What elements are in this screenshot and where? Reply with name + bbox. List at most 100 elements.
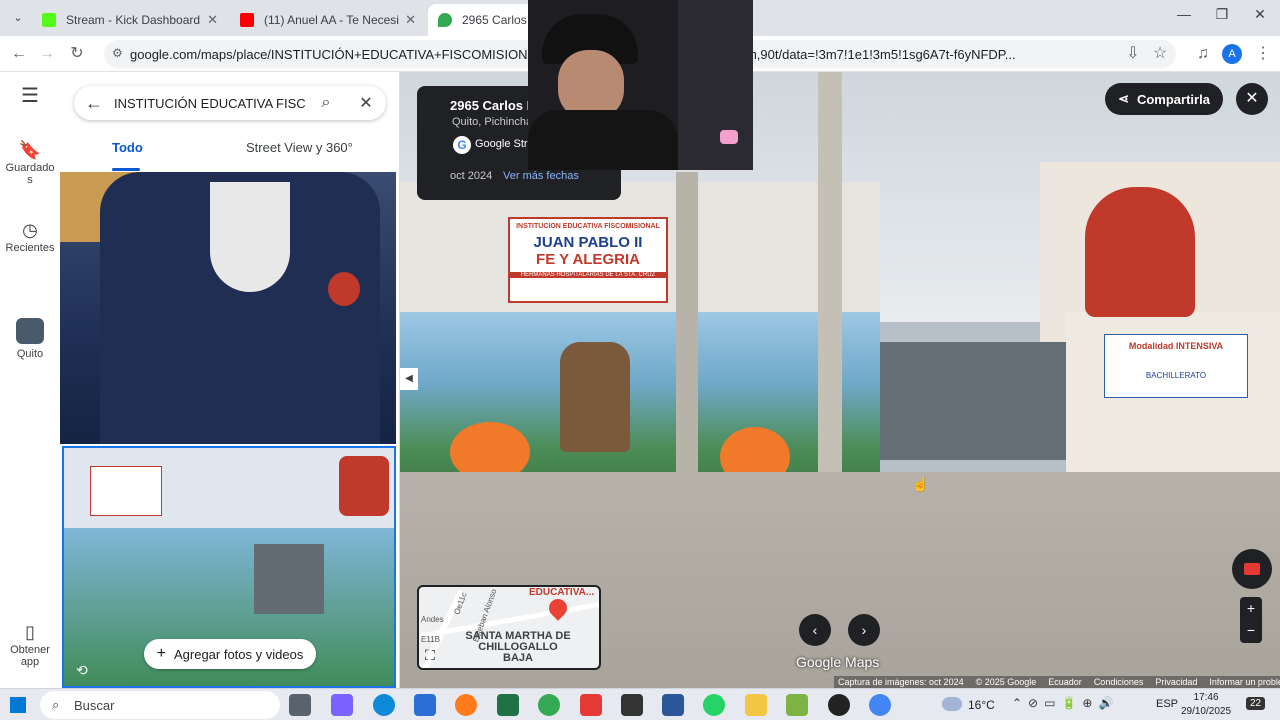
history-icon: ◷ (22, 220, 38, 240)
word-icon[interactable] (662, 694, 684, 716)
mini-map[interactable]: EDUCATIVA... Oe11c Esteban Alonso Andes … (417, 585, 601, 670)
kick-icon (42, 13, 56, 27)
obs-icon[interactable] (828, 694, 850, 716)
webcam-overlay (528, 0, 753, 170)
tray-icons[interactable]: ⌃⊘▭🔋⊕🔊 (1012, 696, 1119, 710)
mural-portrait (1085, 187, 1195, 317)
map-street: Andes (421, 615, 444, 624)
clear-icon[interactable]: ✕ (346, 93, 386, 113)
store-icon[interactable] (414, 694, 436, 716)
person-body (528, 110, 678, 170)
map-street: E11B (421, 635, 440, 644)
360-icon[interactable]: ⟲ (76, 662, 88, 679)
tab-title: (11) Anuel AA - Te Necesito - Y (264, 13, 399, 27)
rail-saved[interactable]: 🔖 Guardados (0, 138, 60, 186)
window-close-icon[interactable]: ✕ (1240, 6, 1280, 28)
reload-icon[interactable]: ↻ (66, 43, 88, 65)
pink-object (720, 130, 738, 144)
gate (880, 342, 1066, 460)
zoom-control: + − (1240, 597, 1262, 643)
footer-report[interactable]: Informar un problema (1209, 677, 1280, 687)
search-icon[interactable]: ⌕ (306, 94, 346, 112)
folder-icon[interactable] (745, 694, 767, 716)
close-icon[interactable]: ✕ (207, 12, 218, 28)
close-streetview-button[interactable]: ✕ (1236, 83, 1268, 115)
nav-back-button[interactable]: ‹ (799, 614, 831, 646)
copilot-icon[interactable] (331, 694, 353, 716)
thumb-gate (254, 544, 324, 614)
tab-kick[interactable]: Stream - Kick Dashboard ✕ (32, 4, 228, 36)
footer-copyright: © 2025 Google (975, 677, 1037, 687)
search-box[interactable]: ← INSTITUCIÓN EDUCATIVA FISC ⌕ ✕ (74, 86, 386, 120)
notification-badge[interactable]: 22 (1246, 697, 1266, 710)
maps-pin-icon (438, 13, 452, 27)
school-sign: INSTITUCION EDUCATIVA FISCOMISIONAL JUAN… (508, 217, 668, 303)
tab-street-view[interactable]: Street View y 360° (246, 140, 353, 155)
forward-icon[interactable]: → (36, 43, 58, 65)
more-dates-link[interactable]: Ver más fechas (503, 170, 579, 182)
tab-all[interactable]: Todo (112, 140, 143, 155)
add-photos-button[interactable]: + Agregar fotos y videos (144, 639, 316, 669)
tab-search-button[interactable]: ⌄ (8, 8, 28, 28)
banner-title: Modalidad INTENSIVA (1128, 341, 1224, 351)
clapper-icon[interactable] (621, 694, 643, 716)
media-icon[interactable]: ♫ (1192, 43, 1214, 65)
share-button[interactable]: ⋖ Compartirla (1105, 83, 1223, 115)
back-icon[interactable]: ← (8, 43, 30, 65)
tab-maps[interactable]: 2965 Carlos Frei (428, 4, 538, 36)
input-language[interactable]: ESP (1156, 698, 1178, 710)
thumb-mural (339, 456, 389, 516)
bookmark-star-icon[interactable]: ☆ (1149, 43, 1171, 65)
footer-privacy[interactable]: Privacidad (1155, 677, 1197, 687)
chrome-active-icon[interactable] (869, 694, 891, 716)
logo-badge (328, 272, 360, 306)
menu-dots-icon[interactable]: ⋮ (1252, 43, 1274, 65)
excel-icon[interactable] (497, 694, 519, 716)
firefox-icon[interactable] (455, 694, 477, 716)
minimize-icon[interactable]: — (1164, 6, 1204, 28)
webcam-background (678, 0, 753, 170)
share-label: Compartirla (1136, 91, 1210, 107)
back-arrow-icon[interactable]: ← (74, 93, 114, 114)
site-info-icon[interactable]: ⚙ (112, 46, 123, 60)
cursor-icon: ☝ (912, 476, 930, 492)
collapse-panel-icon[interactable]: ◀ (400, 368, 418, 390)
clock[interactable]: 17:46 29/10/2025 (1178, 691, 1234, 719)
edge-icon[interactable] (373, 694, 395, 716)
whatsapp-icon[interactable] (703, 694, 725, 716)
layers-icon[interactable] (786, 694, 808, 716)
weather-temp[interactable]: 16°C (968, 698, 995, 712)
google-maps-brand: Google Maps (796, 654, 880, 670)
tab-title: 2965 Carlos Frei (462, 13, 528, 27)
photo-person[interactable] (60, 172, 396, 444)
mural-tree (560, 342, 630, 452)
taskbar: ⌕ Buscar 16°C ⌃⊘▭🔋⊕🔊 ESP 17:46 29/10/202… (0, 688, 1280, 720)
city-thumb-icon (16, 318, 44, 344)
rail-get-app[interactable]: ▯ Obtener app (0, 620, 60, 668)
rail-recent[interactable]: ◷ Recientes (0, 218, 60, 254)
zoom-in-button[interactable]: + (1240, 597, 1262, 619)
footer-terms[interactable]: Condiciones (1094, 677, 1144, 687)
tab-youtube[interactable]: (11) Anuel AA - Te Necesito - Y ✕ (230, 4, 426, 36)
wps-icon[interactable] (580, 694, 602, 716)
footer-country[interactable]: Ecuador (1048, 677, 1082, 687)
task-view-icon[interactable] (289, 694, 311, 716)
google-g-icon: G (453, 136, 471, 154)
install-icon[interactable]: ⇩ (1122, 43, 1144, 65)
maximize-icon[interactable]: ❐ (1202, 6, 1242, 28)
avatar[interactable]: A (1222, 44, 1242, 64)
zoom-out-button[interactable]: − (1240, 619, 1262, 641)
search-input[interactable]: INSTITUCIÓN EDUCATIVA FISC (114, 96, 306, 111)
compass-icon[interactable] (1232, 549, 1272, 589)
hamburger-menu-icon[interactable]: ☰ (0, 86, 60, 106)
close-icon[interactable]: ✕ (405, 12, 416, 28)
tab-indicator (112, 168, 140, 171)
chrome-icon[interactable] (538, 694, 560, 716)
weather-icon[interactable] (942, 697, 962, 711)
expand-map-icon[interactable]: ⛶ (425, 647, 435, 664)
taskbar-search[interactable]: ⌕ Buscar (40, 691, 280, 719)
rail-quito[interactable]: Quito (0, 318, 60, 360)
card-date: oct 2024 (450, 170, 493, 182)
nav-forward-button[interactable]: › (848, 614, 880, 646)
windows-start-icon[interactable] (10, 697, 26, 713)
